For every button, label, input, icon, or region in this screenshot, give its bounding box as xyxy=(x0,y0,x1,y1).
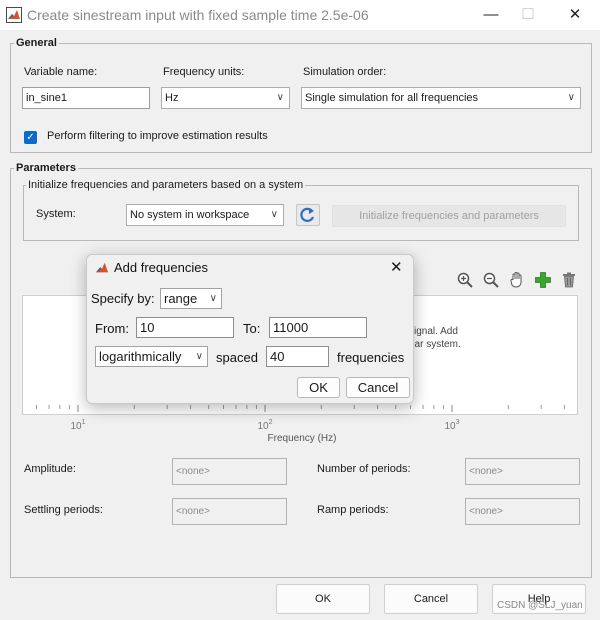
initialize-frequencies-button[interactable]: Initialize frequencies and parameters xyxy=(332,205,566,227)
matlab-logo-icon xyxy=(6,7,22,23)
csdn-watermark: CSDN @SLJ_yuan xyxy=(497,600,583,611)
parameters-group-label: Parameters xyxy=(14,162,78,174)
frequency-units-dropdown[interactable]: Hz ∨ xyxy=(161,87,290,109)
add-frequencies-dialog: Add frequencies ✕ Specify by: range ∨ Fr… xyxy=(86,254,414,404)
general-group-label: General xyxy=(14,37,59,49)
from-input[interactable]: 10 xyxy=(136,317,234,338)
variable-name-label: Variable name: xyxy=(24,66,98,78)
spacing-value: logarithmically xyxy=(99,349,182,364)
count-input[interactable]: 40 xyxy=(266,346,329,367)
specify-by-dropdown[interactable]: range ∨ xyxy=(160,288,222,309)
title-bar: Create sinestream input with fixed sampl… xyxy=(0,0,600,30)
tick-label: 103 xyxy=(444,419,459,432)
filtering-label: Perform filtering to improve estimation … xyxy=(47,130,268,142)
zoom-out-icon[interactable] xyxy=(481,271,501,291)
ramp-periods-field[interactable]: <none> xyxy=(465,498,580,525)
system-value: No system in workspace xyxy=(130,209,250,221)
pan-hand-icon[interactable] xyxy=(507,271,527,291)
settling-periods-field[interactable]: <none> xyxy=(172,498,287,525)
plot-hint-line1: signal. Add xyxy=(409,326,458,337)
zoom-in-icon[interactable] xyxy=(455,271,475,291)
ramp-periods-label: Ramp periods: xyxy=(317,504,389,516)
specify-by-value: range xyxy=(164,291,198,306)
to-input[interactable]: 11000 xyxy=(269,317,367,338)
refresh-button[interactable] xyxy=(296,204,320,226)
variable-name-input[interactable]: in_sine1 xyxy=(22,87,150,109)
cancel-button[interactable]: Cancel xyxy=(384,584,478,614)
dialog-title: Add frequencies xyxy=(114,260,208,275)
settling-periods-label: Settling periods: xyxy=(24,504,103,516)
init-group-label: Initialize frequencies and parameters ba… xyxy=(26,179,306,191)
minimize-button[interactable]: — xyxy=(478,3,504,27)
chevron-down-icon: ∨ xyxy=(276,92,284,103)
dialog-cancel-button[interactable]: Cancel xyxy=(346,377,410,398)
x-axis-label: Frequency (Hz) xyxy=(268,433,337,444)
system-label: System: xyxy=(36,208,76,220)
chevron-down-icon: ∨ xyxy=(209,293,217,304)
ok-button[interactable]: OK xyxy=(276,584,370,614)
plot-hint-line2: ear system. xyxy=(409,339,461,350)
to-label: To: xyxy=(243,321,261,336)
tick-label: 102 xyxy=(257,419,272,432)
simulation-order-value: Single simulation for all frequencies xyxy=(305,92,479,104)
close-window-button[interactable]: ✕ xyxy=(562,3,588,27)
frequencies-label: frequencies xyxy=(337,350,405,365)
add-plus-icon[interactable] xyxy=(533,271,553,291)
frequency-units-label: Frequency units: xyxy=(163,66,245,78)
frequency-axis: 101 102 103 Frequency (Hz) xyxy=(36,405,566,444)
from-label: From: xyxy=(95,321,129,336)
filtering-checkbox[interactable]: ✓ xyxy=(24,131,37,144)
amplitude-field[interactable]: <none> xyxy=(172,458,287,485)
chevron-down-icon: ∨ xyxy=(567,92,575,103)
trash-icon[interactable] xyxy=(559,271,579,291)
maximize-button: ☐ xyxy=(521,6,535,23)
simulation-order-dropdown[interactable]: Single simulation for all frequencies ∨ xyxy=(301,87,581,109)
dialog-ok-button[interactable]: OK xyxy=(297,377,340,398)
refresh-icon xyxy=(300,207,315,222)
simulation-order-label: Simulation order: xyxy=(303,66,387,78)
spaced-label: spaced xyxy=(216,350,258,365)
chevron-down-icon: ∨ xyxy=(195,351,203,362)
num-periods-field[interactable]: <none> xyxy=(465,458,580,485)
matlab-logo-icon xyxy=(95,262,109,273)
dialog-close-button[interactable]: ✕ xyxy=(390,258,403,276)
window-title: Create sinestream input with fixed sampl… xyxy=(27,7,369,23)
system-dropdown[interactable]: No system in workspace ∨ xyxy=(126,204,284,226)
specify-by-label: Specify by: xyxy=(91,291,155,306)
spacing-dropdown[interactable]: logarithmically ∨ xyxy=(95,346,208,367)
tick-label: 101 xyxy=(70,419,85,432)
num-periods-label: Number of periods: xyxy=(317,463,411,475)
frequency-units-value: Hz xyxy=(165,92,179,104)
amplitude-label: Amplitude: xyxy=(24,463,76,475)
chevron-down-icon: ∨ xyxy=(270,209,278,220)
